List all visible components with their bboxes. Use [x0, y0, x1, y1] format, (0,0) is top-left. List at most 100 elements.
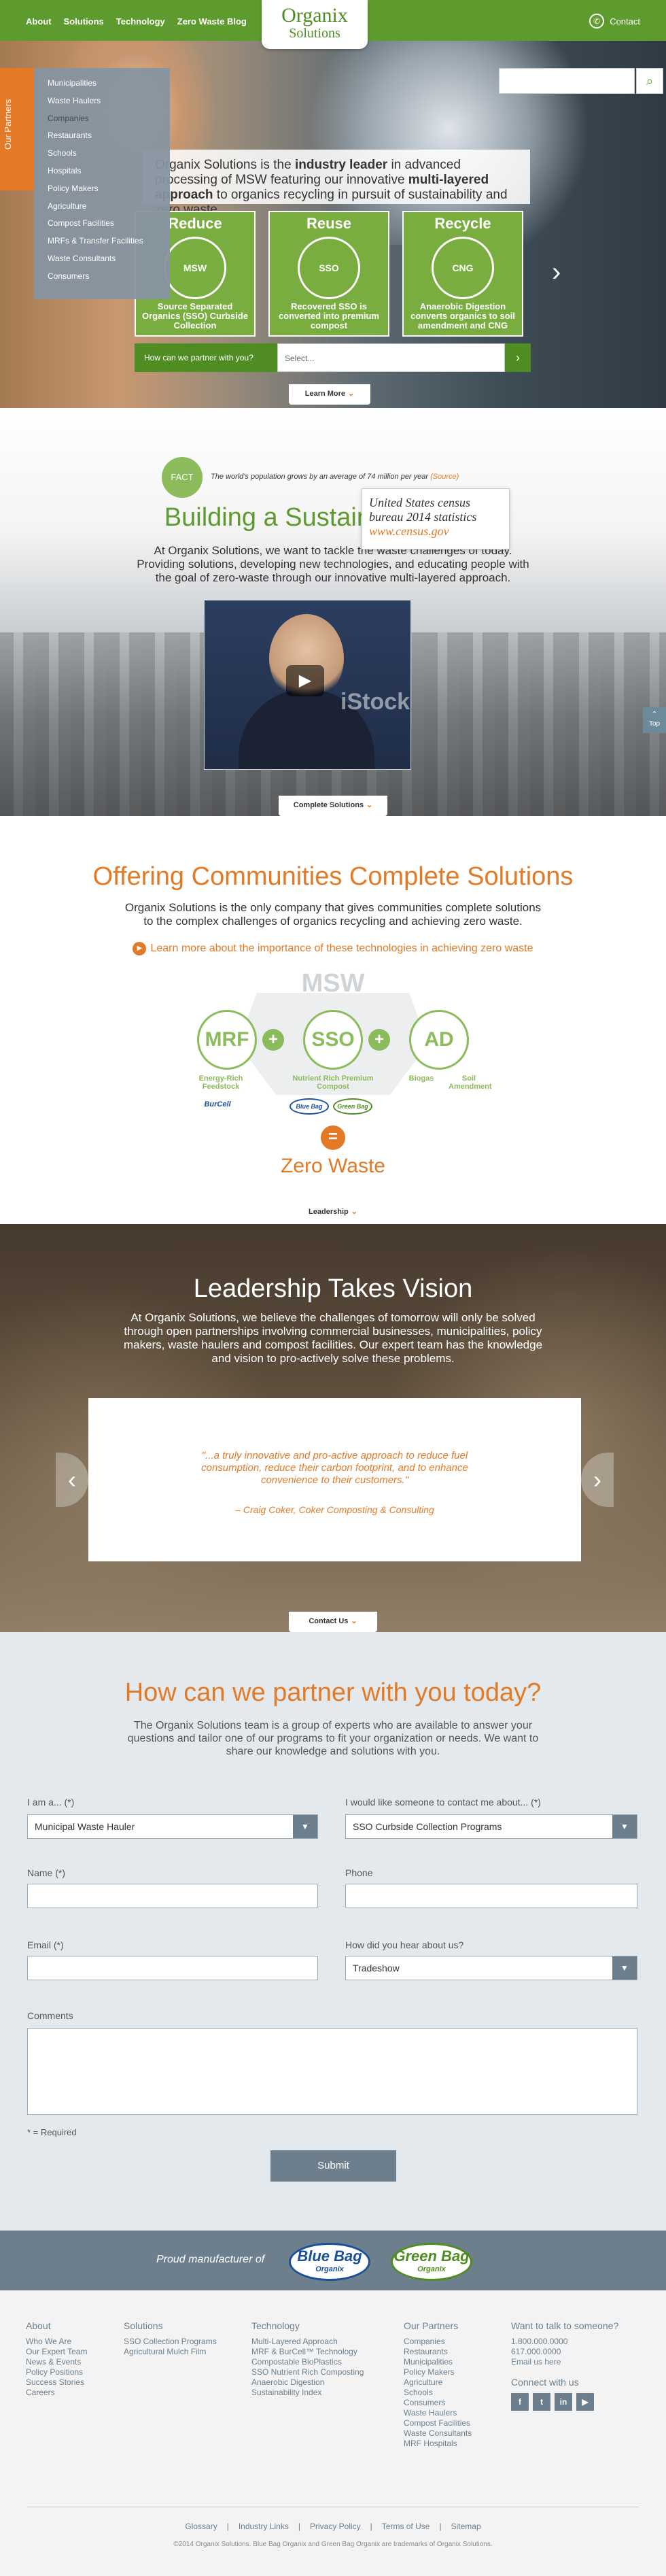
back-to-top-button[interactable]: ⌃ Top	[643, 707, 666, 733]
chevron-down-icon: ⌄	[351, 1617, 357, 1625]
footer-link[interactable]: Municipalities	[404, 2357, 472, 2367]
contact-us-tab[interactable]: Contact Us ⌄	[289, 1612, 377, 1632]
source-tooltip: United States census bureau 2014 statist…	[362, 488, 510, 549]
nav-about[interactable]: About	[26, 16, 52, 27]
facebook-icon[interactable]: f	[511, 2393, 529, 2411]
blue-bag-logo[interactable]: Blue Bag Organix	[289, 2243, 370, 2281]
footer-link[interactable]: MRF Hospitals	[404, 2439, 472, 2449]
footer-heading[interactable]: Our Partners	[404, 2320, 472, 2331]
nav-technology[interactable]: Technology	[116, 16, 165, 27]
hear-select[interactable]: Tradeshow ▼	[345, 1956, 637, 1980]
footer-heading[interactable]: About	[26, 2320, 87, 2331]
iam-label: I am a... (*)	[27, 1797, 75, 1808]
youtube-icon[interactable]: ▶	[576, 2393, 594, 2411]
video-player[interactable]: ▶ iStock	[204, 600, 411, 770]
footer-heading[interactable]: Technology	[251, 2320, 364, 2331]
footer-link[interactable]: Restaurants	[404, 2347, 472, 2357]
partner-mrfs[interactable]: MRFs & Transfer Facilities	[48, 233, 170, 250]
leadership-tab[interactable]: Leadership ⌄	[289, 1202, 377, 1223]
partner-municipalities[interactable]: Municipalities	[48, 75, 170, 92]
industry-links-link[interactable]: Industry Links	[239, 2522, 289, 2531]
contact-link[interactable]: ✆ Contact	[589, 14, 640, 29]
footer-link[interactable]: Agriculture	[404, 2377, 472, 2388]
footer-link[interactable]: News & Events	[26, 2357, 87, 2367]
contact-about-select[interactable]: SSO Curbside Collection Programs ▼	[345, 1814, 637, 1839]
learn-more-link[interactable]: ▶ Learn more about the importance of thes…	[95, 942, 571, 955]
chevron-right-icon[interactable]: ›	[552, 257, 561, 288]
glossary-link[interactable]: Glossary	[185, 2522, 217, 2531]
footer-link[interactable]: Waste Haulers	[404, 2408, 472, 2418]
play-icon[interactable]: ▶	[286, 665, 324, 696]
partner-restaurants[interactable]: Restaurants	[48, 127, 170, 145]
partner-waste-consultants[interactable]: Waste Consultants	[48, 250, 170, 268]
footer-link[interactable]: MRF & BurCell™ Technology	[251, 2347, 364, 2357]
section-title: How can we partner with you today?	[124, 1678, 542, 1707]
footer-link[interactable]: Agricultural Mulch Film	[124, 2347, 217, 2357]
footer-link[interactable]: Consumers	[404, 2398, 472, 2408]
comments-textarea[interactable]	[27, 2028, 637, 2115]
footer-link[interactable]: Anaerobic Digestion	[251, 2377, 364, 2388]
footer-phone[interactable]: 617.000.0000	[511, 2347, 618, 2357]
search-input[interactable]	[499, 68, 635, 94]
footer-link[interactable]: Policy Positions	[26, 2367, 87, 2377]
partner-hospitals[interactable]: Hospitals	[48, 163, 170, 180]
footer-phone[interactable]: 1.800.000.0000	[511, 2337, 618, 2347]
footer-link[interactable]: SSO Nutrient Rich Composting	[251, 2367, 364, 2377]
twitter-icon[interactable]: t	[533, 2393, 550, 2411]
nav-solutions[interactable]: Solutions	[64, 16, 104, 27]
submit-button[interactable]: Submit	[270, 2150, 396, 2182]
footer-link[interactable]: Our Expert Team	[26, 2347, 87, 2357]
partner-agriculture[interactable]: Agriculture	[48, 198, 170, 216]
privacy-policy-link[interactable]: Privacy Policy	[310, 2522, 361, 2531]
partner-compost-facilities[interactable]: Compost Facilities	[48, 215, 170, 233]
name-field[interactable]	[27, 1884, 318, 1908]
footer-link[interactable]: Schools	[404, 2388, 472, 2398]
tooltip-line: bureau 2014 statistics	[369, 510, 477, 524]
complete-solutions-tab[interactable]: Complete Solutions ⌄	[279, 796, 387, 816]
footer-email-link[interactable]: Email us here	[511, 2357, 618, 2367]
partner-schools[interactable]: Schools	[48, 145, 170, 163]
footer-link[interactable]: Sustainability Index	[251, 2388, 364, 2398]
green-bag-logo[interactable]: Green Bag Organix	[391, 2243, 472, 2281]
sso-node[interactable]: SSO	[303, 1010, 363, 1070]
go-arrow-icon[interactable]: ›	[505, 343, 531, 372]
partner-waste-haulers[interactable]: Waste Haulers	[48, 92, 170, 110]
partner-consumers[interactable]: Consumers	[48, 268, 170, 286]
iam-select[interactable]: Municipal Waste Hauler ▼	[27, 1814, 318, 1839]
tooltip-url[interactable]: www.census.gov	[369, 524, 502, 539]
footer-link[interactable]: Compostable BioPlastics	[251, 2357, 364, 2367]
nav-zero-waste-blog[interactable]: Zero Waste Blog	[177, 16, 247, 27]
footer-heading[interactable]: Solutions	[124, 2320, 217, 2331]
partner-companies[interactable]: Companies	[48, 110, 170, 128]
footer-link[interactable]: Success Stories	[26, 2377, 87, 2388]
site-logo[interactable]: Organix Solutions	[262, 0, 368, 49]
ad-node[interactable]: AD	[409, 1010, 469, 1070]
phone-field[interactable]	[345, 1884, 637, 1908]
footer-link[interactable]: SSO Collection Programs	[124, 2337, 217, 2347]
footer-link[interactable]: Compost Facilities	[404, 2418, 472, 2428]
footer-link[interactable]: Careers	[26, 2388, 87, 2398]
partner-policy-makers[interactable]: Policy Makers	[48, 180, 170, 198]
site-footer: About Who We Are Our Expert Team News & …	[0, 2290, 666, 2576]
contact-label: Contact	[610, 16, 640, 27]
footer-link[interactable]: Who We Are	[26, 2337, 87, 2347]
search-icon[interactable]: ⌕	[636, 68, 663, 94]
terms-of-use-link[interactable]: Terms of Use	[382, 2522, 430, 2531]
email-field[interactable]	[27, 1956, 318, 1980]
footer-link[interactable]: Policy Makers	[404, 2367, 472, 2377]
our-partners-tab[interactable]: Our Partners	[0, 68, 34, 190]
footer-link[interactable]: Multi-Layered Approach	[251, 2337, 364, 2347]
learn-more-button[interactable]: Learn More ⌄	[289, 384, 370, 405]
footer-link[interactable]: Companies	[404, 2337, 472, 2347]
footer-link[interactable]: Waste Consultants	[404, 2428, 472, 2439]
recycle-card[interactable]: Recycle CNG Anaerobic Digestion converts…	[402, 211, 523, 337]
fact-source-link[interactable]: (Source)	[430, 473, 459, 481]
sitemap-link[interactable]: Sitemap	[451, 2522, 481, 2531]
partner-select[interactable]: Select...	[277, 343, 505, 372]
chevron-up-icon: ⌃	[651, 711, 658, 718]
linkedin-icon[interactable]: in	[555, 2393, 572, 2411]
brand-name: Blue Bag	[297, 2248, 362, 2265]
sso-label: Nutrient Rich Premium Compost	[292, 1074, 374, 1091]
mrf-node[interactable]: MRF	[197, 1010, 257, 1070]
reuse-card[interactable]: Reuse SSO Recovered SSO is converted int…	[268, 211, 389, 337]
